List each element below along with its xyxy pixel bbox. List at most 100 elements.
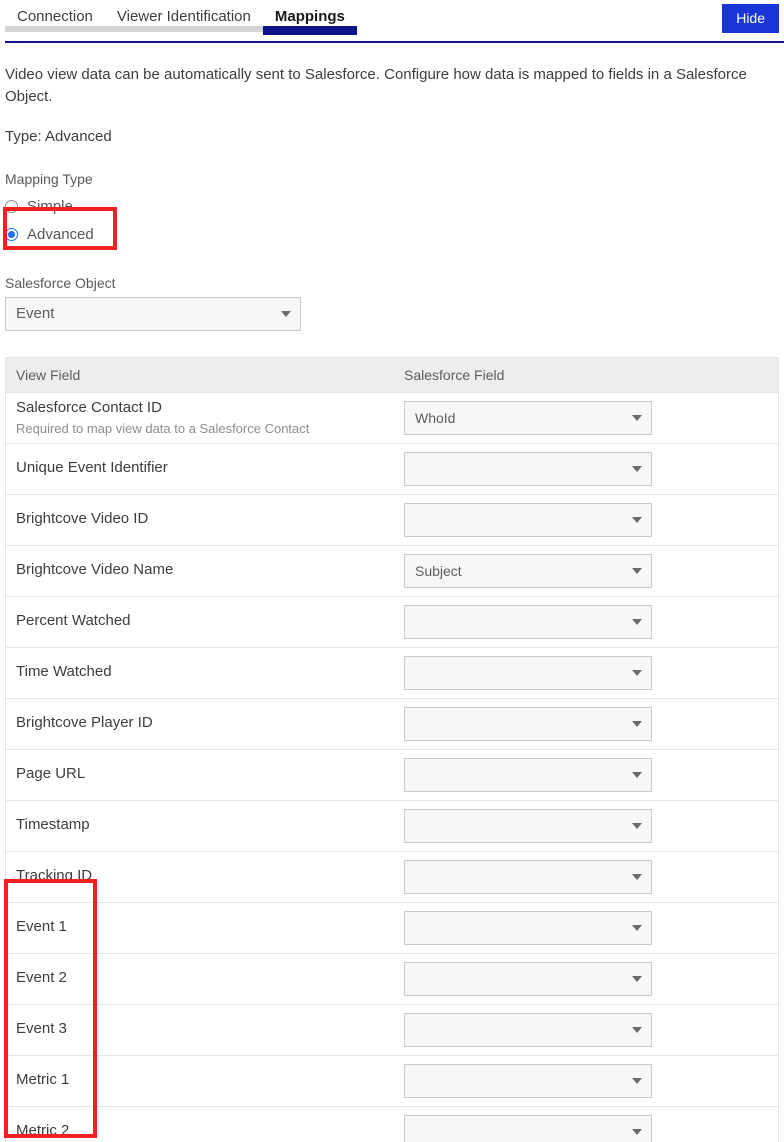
tab-viewer-identification[interactable]: Viewer Identification [105, 0, 263, 25]
view-field-cell: Event 2 [6, 969, 402, 988]
chevron-down-icon [632, 1129, 642, 1135]
view-field-cell: Brightcove Video ID [6, 510, 402, 529]
view-field-label: Page URL [16, 765, 402, 784]
salesforce-field-cell [402, 758, 778, 792]
tab-mappings[interactable]: Mappings [263, 0, 357, 25]
table-row: Unique Event Identifier [6, 443, 778, 494]
radio-button-icon[interactable] [5, 228, 18, 241]
chevron-down-icon [632, 670, 642, 676]
table-row: Brightcove Player ID [6, 698, 778, 749]
mapping-type-label: Mapping Type [5, 171, 779, 187]
salesforce-field-cell [402, 809, 778, 843]
salesforce-object-value: Event [16, 305, 54, 322]
chevron-down-icon [632, 466, 642, 472]
salesforce-field-cell [402, 452, 778, 486]
salesforce-field-select[interactable] [404, 707, 652, 741]
table-row: Timestamp [6, 800, 778, 851]
tab-underline [105, 26, 263, 32]
salesforce-field-select[interactable]: Subject [404, 554, 652, 588]
chevron-down-icon [632, 568, 642, 574]
salesforce-field-select[interactable] [404, 656, 652, 690]
chevron-down-icon [632, 1027, 642, 1033]
column-header-salesforce-field: Salesforce Field [402, 367, 778, 383]
salesforce-field-cell [402, 911, 778, 945]
view-field-cell: Event 3 [6, 1020, 402, 1039]
chevron-down-icon [281, 311, 291, 317]
salesforce-field-cell [402, 1115, 778, 1142]
salesforce-field-select[interactable] [404, 911, 652, 945]
view-field-label: Event 3 [16, 1020, 402, 1039]
table-row: Tracking ID [6, 851, 778, 902]
tab-list: Connection Viewer Identification Mappings [5, 0, 357, 25]
chevron-down-icon [632, 976, 642, 982]
view-field-helper-text: Required to map view data to a Salesforc… [16, 421, 402, 436]
chevron-down-icon [632, 925, 642, 931]
salesforce-field-select[interactable] [404, 809, 652, 843]
table-row: Brightcove Video ID [6, 494, 778, 545]
table-header-row: View Field Salesforce Field [6, 358, 778, 392]
view-field-cell: Event 1 [6, 918, 402, 937]
salesforce-field-select[interactable] [404, 962, 652, 996]
view-field-cell: Tracking ID [6, 867, 402, 886]
tab-label: Mappings [275, 8, 345, 25]
column-header-view-field: View Field [6, 367, 402, 383]
view-field-cell: Brightcove Video Name [6, 561, 402, 580]
salesforce-field-cell [402, 656, 778, 690]
salesforce-object-label: Salesforce Object [5, 275, 779, 291]
salesforce-field-select[interactable]: WhoId [404, 401, 652, 435]
radio-label: Simple [27, 198, 73, 215]
view-field-label: Tracking ID [16, 867, 402, 886]
view-field-label: Metric 1 [16, 1071, 402, 1090]
tab-bottom-rule [5, 41, 784, 43]
salesforce-field-select[interactable] [404, 503, 652, 537]
hide-button[interactable]: Hide [722, 4, 779, 33]
table-row: Brightcove Video Name Subject [6, 545, 778, 596]
radio-option-advanced[interactable]: Advanced [5, 221, 779, 249]
salesforce-field-cell [402, 1064, 778, 1098]
view-field-cell: Page URL [6, 765, 402, 784]
tab-label: Viewer Identification [117, 8, 251, 25]
view-field-label: Unique Event Identifier [16, 459, 402, 478]
page-description: Video view data can be automatically sen… [5, 64, 779, 108]
salesforce-field-select[interactable] [404, 1064, 652, 1098]
chevron-down-icon [632, 415, 642, 421]
mapping-type-radio-group: Simple Advanced [5, 193, 779, 249]
salesforce-object-select[interactable]: Event [5, 297, 301, 331]
view-field-cell: Brightcove Player ID [6, 714, 402, 733]
chevron-down-icon [632, 874, 642, 880]
view-field-label: Metric 2 [16, 1122, 402, 1141]
tab-underline [5, 26, 105, 32]
table-row: Metric 2 [6, 1106, 778, 1142]
salesforce-field-value: Subject [415, 563, 462, 579]
view-field-label: Percent Watched [16, 612, 402, 631]
table-row: Metric 1 [6, 1055, 778, 1106]
salesforce-field-select[interactable] [404, 860, 652, 894]
salesforce-field-select[interactable] [404, 1013, 652, 1047]
view-field-cell: Percent Watched [6, 612, 402, 631]
chevron-down-icon [632, 823, 642, 829]
mapping-type-summary: Type: Advanced [5, 128, 779, 145]
salesforce-field-select[interactable] [404, 1115, 652, 1142]
chevron-down-icon [632, 619, 642, 625]
salesforce-field-select[interactable] [404, 758, 652, 792]
salesforce-field-cell [402, 707, 778, 741]
view-field-cell: Metric 2 [6, 1122, 402, 1141]
salesforce-field-select[interactable] [404, 605, 652, 639]
view-field-cell: Timestamp [6, 816, 402, 835]
field-mapping-table: View Field Salesforce Field Salesforce C… [5, 357, 779, 1142]
table-row: Page URL [6, 749, 778, 800]
salesforce-field-select[interactable] [404, 452, 652, 486]
chevron-down-icon [632, 772, 642, 778]
salesforce-field-cell [402, 605, 778, 639]
salesforce-mappings-page: ConnectionViewer IdentificationMappings … [0, 0, 784, 1142]
chevron-down-icon [632, 517, 642, 523]
tab-underline [263, 26, 357, 35]
radio-button-icon[interactable] [5, 200, 18, 213]
salesforce-field-cell [402, 1013, 778, 1047]
view-field-label: Salesforce Contact ID [16, 399, 402, 418]
tab-bar: ConnectionViewer IdentificationMappings … [0, 0, 784, 44]
radio-option-simple[interactable]: Simple [5, 193, 779, 221]
view-field-cell: Time Watched [6, 663, 402, 682]
tab-connection[interactable]: Connection [5, 0, 105, 25]
view-field-label: Brightcove Player ID [16, 714, 402, 733]
